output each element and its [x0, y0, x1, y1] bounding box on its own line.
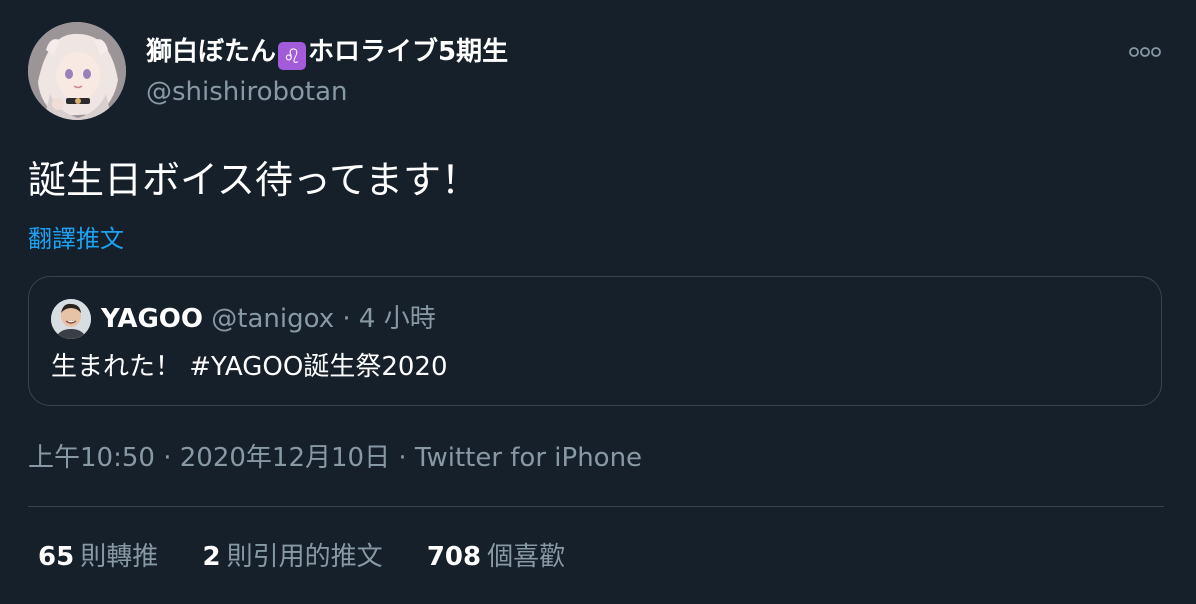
quoted-avatar-image: [51, 299, 91, 339]
likes-count: 708: [426, 542, 482, 572]
tweet-date[interactable]: 2020年12月10日: [180, 443, 390, 473]
author-handle[interactable]: @shishirobotan: [146, 76, 348, 108]
ellipsis-icon: [1129, 47, 1161, 57]
author-avatar[interactable]: [28, 22, 126, 120]
display-name-suffix: ホロライブ5期生: [308, 37, 509, 67]
quoted-author-avatar: [51, 299, 91, 339]
tweet-metadata: 上午10:50 · 2020年12月10日 · Twitter for iPho…: [28, 440, 642, 476]
tweet-detail: 獅白ぼたん ♌ ホロライブ5期生 @shishirobotan 誕生日ボイス待ってま…: [0, 0, 1196, 604]
retweets-label: 則轉推: [80, 542, 159, 572]
retweets-count: 65: [38, 542, 75, 572]
quoted-tweet-header: YAGOO @tanigox · 4 小時: [101, 301, 436, 337]
meta-separator: ·: [390, 443, 415, 473]
quoted-author-handle: @tanigox: [211, 304, 335, 334]
tweet-time[interactable]: 上午10:50: [28, 443, 155, 473]
quote-tweets-stat[interactable]: 2 則引用的推文: [202, 538, 382, 576]
divider: [28, 506, 1164, 507]
author-avatar-image: [28, 22, 126, 120]
author-display-name[interactable]: 獅白ぼたん ♌ ホロライブ5期生: [146, 34, 508, 70]
quote-tweets-count: 2: [202, 542, 221, 572]
likes-label: 個喜歡: [487, 542, 566, 572]
display-name-text: 獅白ぼたん: [146, 37, 277, 67]
meta-separator: ·: [154, 443, 180, 473]
quoted-tweet-card[interactable]: YAGOO @tanigox · 4 小時 生まれた！ #YAGOO誕生祭202…: [28, 276, 1162, 406]
quoted-tweet-text: 生まれた！ #YAGOO誕生祭2020: [51, 352, 448, 382]
tweet-stats: 65 則轉推 2 則引用的推文 708 個喜歡: [38, 538, 601, 576]
quoted-tweet-time: 4 小時: [358, 304, 436, 334]
retweets-stat[interactable]: 65 則轉推: [38, 538, 158, 576]
quoted-separator: ·: [334, 304, 359, 334]
tweet-text: 誕生日ボイス待ってます！: [28, 158, 480, 202]
translate-tweet-link[interactable]: 翻譯推文: [28, 222, 124, 256]
tweet-source[interactable]: Twitter for iPhone: [415, 443, 642, 473]
more-options-button[interactable]: [1122, 38, 1168, 66]
likes-stat[interactable]: 708 個喜歡: [427, 538, 565, 576]
quote-tweets-label: 則引用的推文: [226, 542, 383, 572]
leo-zodiac-icon: ♌: [278, 42, 307, 70]
quoted-author-name: YAGOO: [101, 304, 204, 334]
